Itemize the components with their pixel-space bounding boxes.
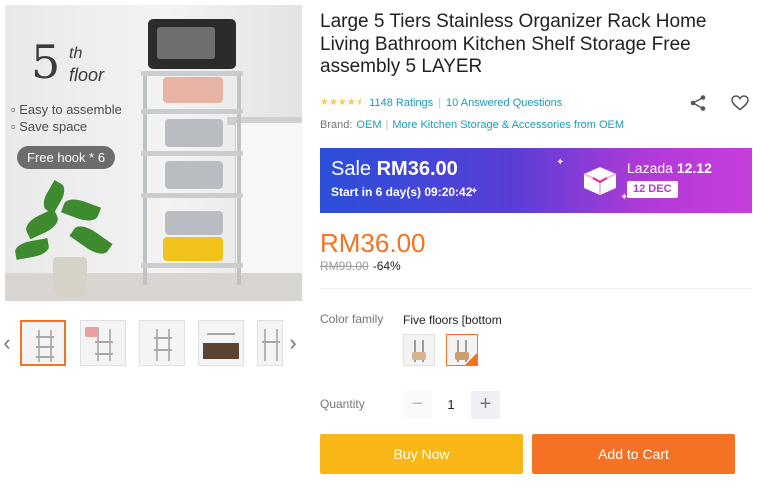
image-headline-number: 5 bbox=[31, 35, 61, 89]
image-rack-post bbox=[143, 71, 147, 285]
sale-countdown: Start in 6 day(s) 09:20:42 bbox=[331, 185, 473, 199]
image-headline-suffix: th bbox=[69, 45, 83, 62]
brand-link[interactable]: OEM bbox=[356, 119, 381, 131]
heart-icon[interactable] bbox=[731, 95, 749, 111]
image-plant-pot bbox=[53, 257, 87, 297]
color-family-selected: Five floors [bottom bbox=[403, 313, 502, 327]
image-rack-shelf bbox=[141, 193, 243, 198]
color-swatch[interactable] bbox=[403, 334, 435, 366]
image-rack-shelf bbox=[141, 263, 243, 268]
image-cabinet bbox=[235, 123, 302, 273]
image-rack-shelf bbox=[141, 109, 243, 114]
chevron-right-icon[interactable]: › bbox=[287, 332, 299, 354]
current-price: RM36.00 bbox=[320, 228, 426, 258]
gallery-thumbnail[interactable] bbox=[139, 320, 185, 366]
image-rack-shelf bbox=[141, 71, 243, 76]
add-to-cart-button[interactable]: Add to Cart bbox=[532, 434, 735, 474]
section-divider bbox=[320, 288, 752, 289]
divider: | bbox=[438, 97, 442, 109]
campaign-brand: Lazada 12.12 bbox=[627, 160, 712, 176]
gallery-thumbnail[interactable] bbox=[80, 320, 126, 366]
color-family-label: Color family bbox=[320, 312, 384, 326]
gallery-thumbnail[interactable] bbox=[257, 320, 283, 366]
chevron-left-icon[interactable]: ‹ bbox=[1, 332, 13, 354]
ratings-link[interactable]: 1148 Ratings bbox=[369, 97, 433, 109]
color-swatch-selected[interactable] bbox=[446, 334, 478, 366]
image-headline-word: floor bbox=[69, 65, 105, 85]
more-from-brand-link[interactable]: More Kitchen Storage & Accessories from … bbox=[392, 119, 624, 131]
gallery-thumbnail[interactable] bbox=[20, 320, 66, 366]
rating-row: ★★★★⯨ 1148 Ratings | 10 Answered Questio… bbox=[320, 96, 562, 110]
image-steel-pot bbox=[165, 211, 223, 235]
image-yellow-pot bbox=[163, 237, 223, 261]
image-pink-pot bbox=[163, 77, 223, 103]
campaign-date: 12 DEC bbox=[627, 181, 678, 198]
buy-now-button[interactable]: Buy Now bbox=[320, 434, 523, 474]
divider: | bbox=[385, 119, 389, 131]
lazada-logo-icon bbox=[583, 167, 617, 195]
gallery-thumbnail[interactable] bbox=[198, 320, 244, 366]
image-feature: ▫ Easy to assemble bbox=[11, 102, 122, 117]
product-title: Large 5 Tiers Stainless Organizer Rack H… bbox=[320, 11, 707, 77]
flash-sale-banner[interactable]: Sale RM36.00 Start in 6 day(s) 09:20:42 … bbox=[320, 148, 752, 213]
image-rack-post bbox=[237, 71, 241, 285]
sparkle-icon: ✦ bbox=[556, 157, 565, 168]
image-badge: Free hook * 6 bbox=[17, 146, 116, 169]
sparkle-icon: ✦ bbox=[470, 186, 479, 197]
image-headline: 5 th floor bbox=[31, 39, 104, 85]
main-product-image[interactable]: 5 th floor ▫ Easy to assemble ▫ Save spa… bbox=[5, 5, 302, 301]
original-price: RM99.00 bbox=[320, 259, 369, 273]
brand-label: Brand: bbox=[320, 119, 353, 131]
original-price-row: RM99.00 -64% bbox=[320, 259, 401, 273]
share-icon[interactable] bbox=[689, 94, 707, 112]
image-steel-pot bbox=[165, 119, 223, 147]
brand-row: Brand: OEM | More Kitchen Storage & Acce… bbox=[320, 119, 624, 131]
quantity-label: Quantity bbox=[320, 397, 365, 411]
sale-price: RM36.00 bbox=[376, 158, 458, 180]
selected-check-icon bbox=[465, 353, 477, 365]
image-rack-shelf bbox=[141, 151, 243, 156]
image-feature: ▫ Save space bbox=[11, 119, 88, 134]
quantity-decrease-button[interactable]: − bbox=[403, 391, 432, 419]
rating-stars-icon[interactable]: ★★★★⯨ bbox=[320, 95, 361, 112]
sale-label: Sale RM36.00 bbox=[331, 158, 458, 180]
questions-link[interactable]: 10 Answered Questions bbox=[446, 97, 562, 109]
quantity-increase-button[interactable]: + bbox=[471, 391, 500, 419]
image-oven-window bbox=[157, 27, 215, 59]
image-floor bbox=[5, 273, 302, 301]
quantity-value[interactable]: 1 bbox=[441, 397, 461, 412]
campaign-name: 12.12 bbox=[676, 160, 712, 176]
discount-percent: -64% bbox=[372, 259, 401, 273]
image-steel-pot bbox=[165, 161, 223, 189]
